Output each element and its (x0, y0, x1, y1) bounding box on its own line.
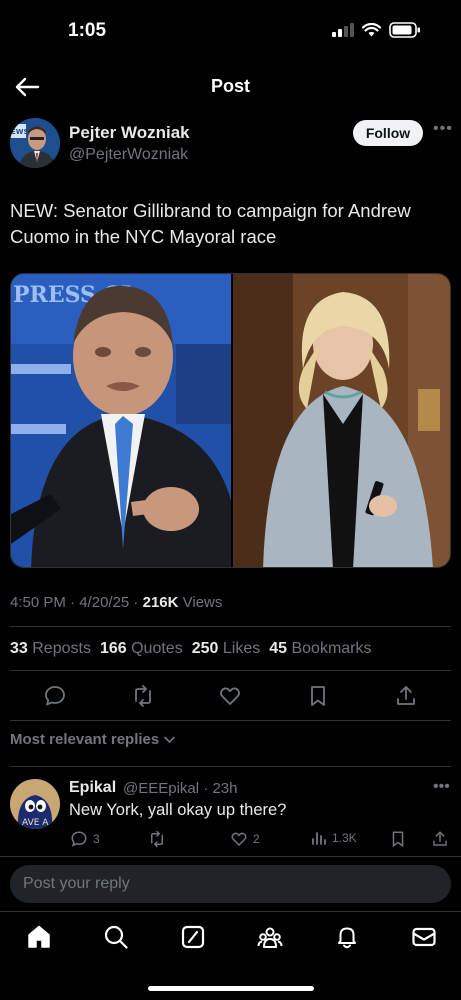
replies-filter-label: Most relevant replies (10, 731, 160, 748)
search-icon[interactable] (102, 923, 130, 951)
divider (10, 670, 451, 671)
reposts-stat[interactable]: 33 Reposts (10, 640, 91, 658)
reply-avatar-text: AVE A (22, 818, 49, 828)
reply-views-button[interactable]: 1.3K (311, 830, 357, 846)
status-time: 1:05 (68, 20, 107, 41)
tweet-text: NEW: Senator Gillibrand to campaign for … (10, 200, 411, 247)
divider (0, 856, 461, 857)
quotes-stat[interactable]: 166 Quotes (100, 640, 183, 658)
reply-repost-button[interactable] (148, 830, 166, 848)
reply-likes-count: 2 (253, 832, 260, 846)
quotes-count: 166 (99, 640, 127, 657)
views-count: 216K (142, 594, 179, 611)
media-image-left[interactable]: PRESS CL (11, 274, 231, 567)
tweet-media[interactable]: PRESS CL (10, 273, 451, 568)
bookmark-icon[interactable] (306, 684, 330, 708)
reply-avatar[interactable]: AVE A (10, 779, 60, 829)
follow-button[interactable]: Follow (353, 120, 423, 146)
page-title: Post (210, 76, 250, 96)
reply-bookmark-button[interactable] (389, 830, 407, 848)
repost-icon (151, 830, 163, 848)
bookmark-icon (392, 831, 404, 848)
bookmarks-label: Bookmarks (291, 640, 372, 657)
quotes-label: Quotes (131, 640, 183, 657)
author-avatar[interactable]: EWS (10, 118, 60, 168)
reply-like-button[interactable]: 2 (230, 830, 260, 848)
reposts-count: 33 (10, 640, 28, 657)
repost-icon[interactable] (131, 684, 155, 708)
reply-icon[interactable] (43, 684, 67, 708)
battery-icon (389, 22, 420, 38)
views-label: Views (182, 594, 223, 611)
avatar-logo-text: EWS (11, 128, 29, 136)
likes-label: Likes (222, 640, 261, 657)
reposts-label: Reposts (32, 640, 91, 657)
more-icon[interactable]: ••• (433, 120, 453, 138)
views-icon (312, 832, 326, 845)
likes-stat[interactable]: 250 Likes (192, 640, 261, 658)
like-icon[interactable] (218, 684, 242, 708)
reply-reply-button[interactable]: 3 (70, 830, 100, 848)
chevron-down-icon (164, 736, 176, 744)
reply-composer-input[interactable]: Post your reply (10, 865, 451, 903)
divider (0, 911, 461, 912)
reply-views-count: 1.3K (332, 831, 357, 845)
communities-icon[interactable] (256, 923, 284, 951)
signal-icon (332, 23, 354, 37)
divider (10, 626, 451, 627)
grok-icon[interactable] (179, 923, 207, 951)
home-icon[interactable] (25, 923, 53, 951)
share-icon (433, 831, 447, 846)
status-icons (332, 22, 421, 38)
messages-icon[interactable] (410, 923, 438, 951)
like-icon (231, 832, 247, 847)
reply-icon (71, 831, 87, 847)
reply-handle[interactable]: @EEEpikal (123, 780, 199, 797)
wifi-icon (362, 23, 381, 37)
bookmarks-count: 45 (269, 640, 288, 657)
bookmarks-stat[interactable]: 45 Bookmarks (269, 640, 371, 658)
notifications-icon[interactable] (333, 923, 361, 951)
reply-author-name[interactable]: Epikal (69, 779, 116, 797)
reply-meta: @EEEpikal · 23h (123, 780, 238, 797)
tweet-time: 4:50 PM (10, 594, 66, 611)
reply-more-icon[interactable]: ••• (433, 778, 450, 796)
likes-count: 250 (191, 640, 219, 657)
reply-replies-count: 3 (93, 832, 100, 846)
media-image-right[interactable] (231, 274, 450, 567)
replies-filter[interactable]: Most relevant replies (10, 731, 176, 748)
author-name[interactable]: Pejter Wozniak (69, 123, 190, 143)
divider (10, 720, 451, 721)
tweet-meta: 4:50 PM · 4/20/25 · 216K Views (10, 594, 223, 611)
divider (10, 766, 451, 767)
tweet-date: 4/20/25 (79, 594, 130, 611)
engagement-stats: 33 Reposts 166 Quotes 250 Likes 45 Bookm… (10, 640, 372, 658)
share-icon[interactable] (394, 684, 418, 708)
reply-text: New York, yall okay up there? (69, 801, 287, 819)
reply-age: 23h (212, 780, 238, 797)
author-handle[interactable]: @PejterWozniak (69, 146, 188, 164)
reply-share-button[interactable] (431, 830, 449, 848)
home-indicator (148, 986, 314, 991)
